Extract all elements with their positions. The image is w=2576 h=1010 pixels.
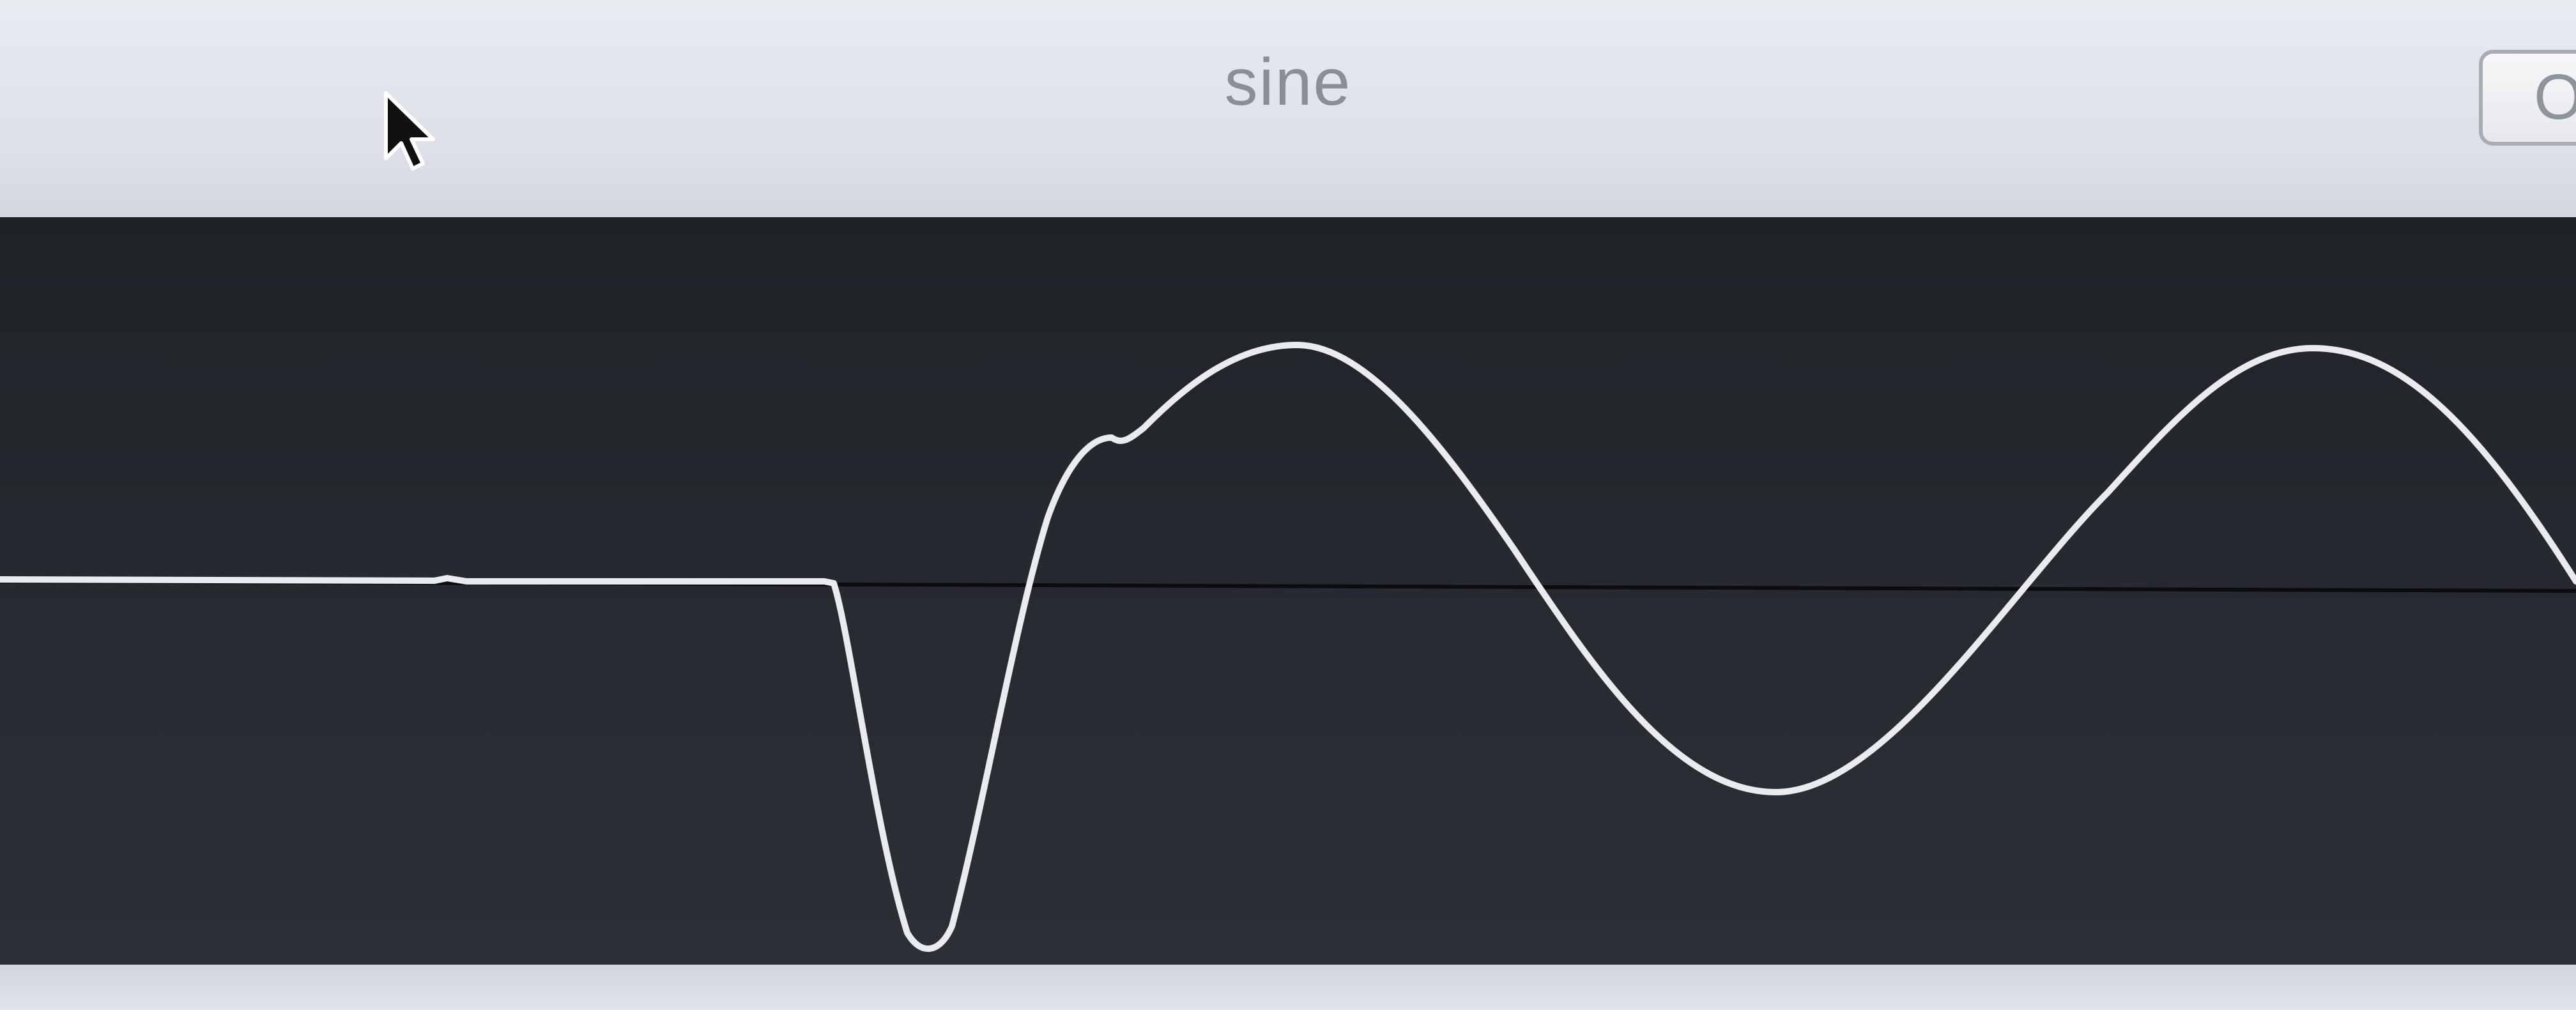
waveform-window: sine O: [0, 0, 2576, 1010]
waveform-display: [0, 217, 2576, 965]
bottom-strip: [0, 965, 2576, 1010]
waveform-svg: [0, 342, 2576, 953]
mouse-pointer-icon: [384, 91, 435, 171]
title-bar-button[interactable]: O: [2479, 50, 2576, 146]
waveform-trace: [0, 342, 2576, 953]
